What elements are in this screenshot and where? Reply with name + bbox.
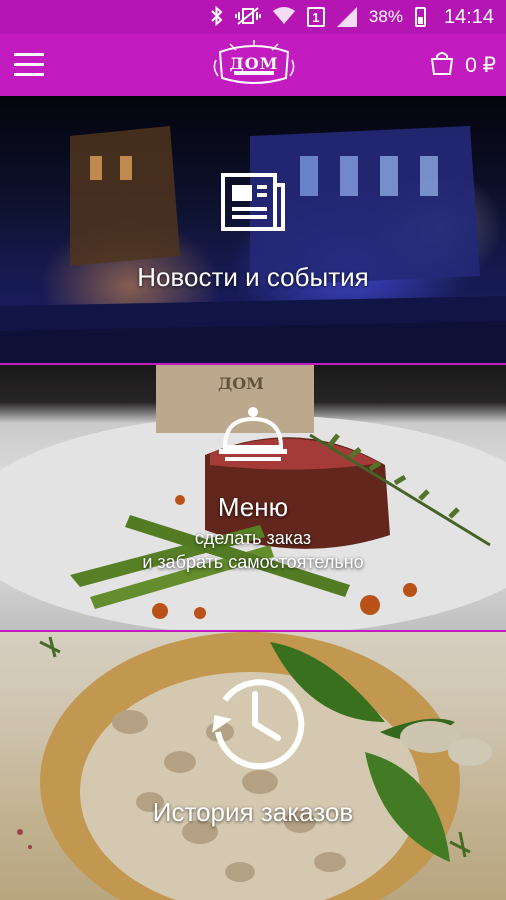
history-clock-icon <box>198 672 308 777</box>
cart-button[interactable]: 0 ₽ <box>429 50 496 81</box>
sim-icon: 1 <box>306 7 325 27</box>
wifi-icon <box>272 6 295 28</box>
logo-text: ДОМ <box>229 54 279 73</box>
shopping-bag-icon <box>429 50 455 81</box>
battery-percent: 38% <box>368 7 403 26</box>
tile-menu[interactable]: ДОМ Меню сделать заказ и забрать самосто… <box>0 365 506 630</box>
menu-hamburger-icon[interactable] <box>14 53 44 77</box>
cloche-icon <box>217 405 289 468</box>
tile-news-events[interactable]: Новости и события <box>0 96 506 363</box>
battery-icon <box>414 7 426 27</box>
signal-icon <box>336 7 357 27</box>
vibrate-icon <box>234 6 261 29</box>
tile-order-history[interactable]: История заказов <box>0 632 506 900</box>
bluetooth-icon <box>211 5 223 29</box>
tile-title-order-history: История заказов <box>152 797 354 827</box>
cart-count: 0 <box>465 54 477 77</box>
tile-title-menu: Меню <box>217 492 289 522</box>
clock: 14:14 <box>443 5 494 28</box>
currency-symbol: ₽ <box>482 54 496 77</box>
newspaper-icon <box>219 171 287 238</box>
status-bar: 1 38% 14:14 <box>0 0 506 34</box>
tile-subtitle-line2: и забрать самостоятельно <box>142 552 364 572</box>
app-bar: ДОМ 0 ₽ <box>0 34 506 96</box>
tile-subtitle-line1: сделать заказ <box>194 528 312 548</box>
tile-title-news: Новости и события <box>137 262 369 292</box>
restaurant-logo: ДОМ <box>210 38 298 92</box>
